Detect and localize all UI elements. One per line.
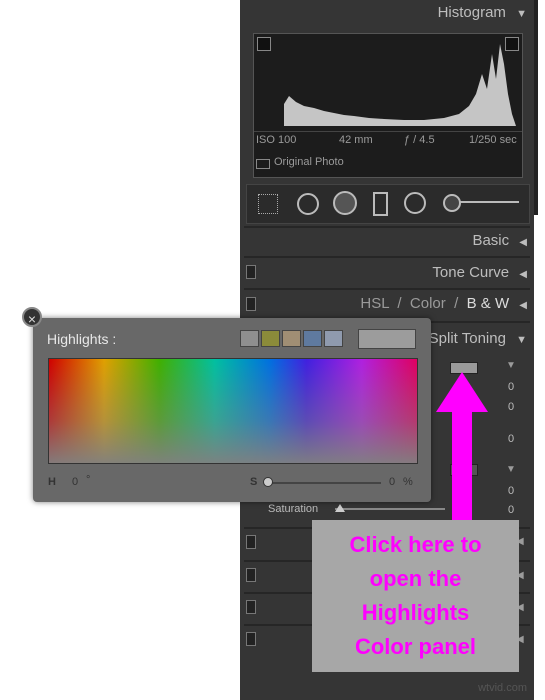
histogram-title: Histogram: [437, 4, 506, 21]
color-spectrum[interactable]: [48, 358, 418, 464]
expand-arrow-icon: ▼: [506, 360, 516, 371]
value-2: 0: [508, 401, 515, 413]
popup-saturation-thumb[interactable]: [263, 477, 273, 487]
value-4: 0: [508, 485, 515, 497]
radial-filter-icon[interactable]: [404, 192, 426, 214]
shutter-speed: 1/250 sec: [469, 134, 517, 146]
basic-header[interactable]: Basic ◀: [472, 232, 527, 249]
saturation-slider[interactable]: [335, 508, 445, 510]
saturation-unit: %: [403, 476, 413, 488]
collapse-left-icon: ◀: [519, 300, 527, 311]
arrow-head-icon: [436, 372, 488, 412]
callout-line-3: Highlights: [361, 600, 470, 625]
hue-value[interactable]: 0: [72, 476, 78, 488]
arrow-shaft: [452, 410, 472, 520]
color-tab[interactable]: Color: [410, 295, 446, 312]
original-photo-label: Original Photo: [274, 156, 344, 168]
current-color-swatch: [358, 329, 416, 349]
crop-icon[interactable]: [258, 194, 278, 214]
preset-swatch-2[interactable]: [261, 330, 280, 347]
value-3: 0: [508, 433, 515, 445]
scrollbar[interactable]: [534, 0, 538, 215]
value-5: 0: [508, 504, 515, 516]
iso-value: ISO 100: [256, 134, 297, 146]
expand-arrow-icon: ▼: [506, 464, 516, 475]
preset-swatch-5[interactable]: [324, 330, 343, 347]
split-toning-label: Split Toning: [428, 330, 506, 347]
callout-line-1: Click here to: [349, 532, 482, 557]
detail-toggle[interactable]: [246, 535, 256, 549]
close-icon[interactable]: ×: [22, 307, 42, 327]
value-1: 0: [508, 381, 515, 393]
callout-line-2: open the: [369, 566, 462, 591]
histogram-graph: [284, 44, 516, 126]
collapse-arrow-icon: ▼: [516, 334, 527, 346]
popup-title: Highlights :: [47, 331, 117, 347]
callout-line-4: Color panel: [354, 634, 476, 659]
tone-curve-label: Tone Curve: [432, 264, 510, 281]
split-toning-header[interactable]: Split Toning ▼: [429, 330, 527, 347]
saturation-label-popup: S: [250, 476, 258, 488]
hsl-tab[interactable]: HSL: [360, 295, 389, 312]
preset-swatch-3[interactable]: [282, 330, 301, 347]
original-photo-checkbox[interactable]: [256, 159, 270, 169]
popup-saturation-slider[interactable]: [265, 482, 381, 484]
lens-toggle[interactable]: [246, 568, 256, 582]
histogram-header[interactable]: Histogram ▼: [438, 4, 527, 21]
hue-unit: °: [86, 474, 91, 486]
collapse-left-icon: ◀: [519, 269, 527, 280]
aperture: ƒ / 4.5: [404, 134, 435, 146]
calibration-toggle[interactable]: [246, 632, 256, 646]
hsl-toggle[interactable]: [246, 297, 256, 311]
graduated-filter-icon[interactable]: [373, 192, 388, 216]
collapse-left-icon: ◀: [519, 237, 527, 248]
redeye-icon[interactable]: [333, 191, 357, 215]
saturation-thumb[interactable]: [335, 504, 345, 512]
tone-curve-header[interactable]: Tone Curve ◀: [432, 264, 527, 281]
tool-strip: [246, 184, 530, 224]
callout-text: Click here to open the Highlights Color …: [312, 528, 519, 664]
watermark: wtvid.com: [478, 682, 527, 694]
hsl-header[interactable]: HSL / Color / B & W ◀: [360, 295, 527, 312]
brush-icon[interactable]: [443, 194, 461, 212]
saturation-label: Saturation: [268, 503, 319, 515]
histogram-display: ISO 100 42 mm ƒ / 4.5 1/250 sec Original…: [253, 33, 523, 178]
focal-length: 42 mm: [339, 134, 373, 146]
collapse-arrow-icon: ▼: [516, 8, 527, 20]
saturation-value[interactable]: 0: [389, 476, 395, 488]
spot-removal-icon[interactable]: [297, 193, 319, 215]
tone-curve-toggle[interactable]: [246, 265, 256, 279]
preset-swatch-4[interactable]: [303, 330, 322, 347]
hue-label: H: [48, 476, 56, 488]
basic-label: Basic: [472, 232, 510, 249]
preset-swatch-1[interactable]: [240, 330, 259, 347]
bw-tab[interactable]: B & W: [467, 295, 510, 312]
effects-toggle[interactable]: [246, 600, 256, 614]
